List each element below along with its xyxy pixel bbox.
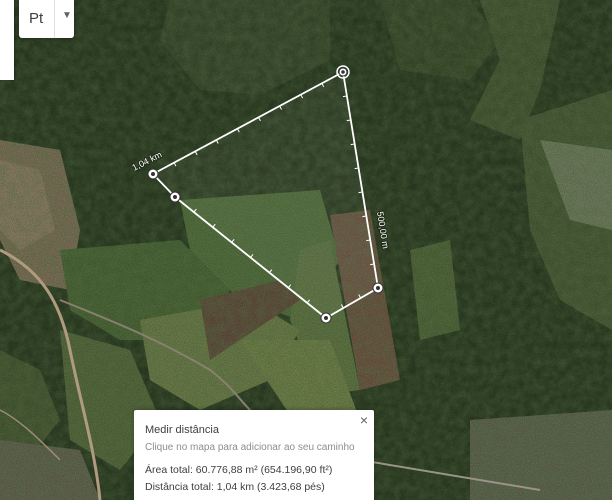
scale-tick: [362, 215, 367, 218]
measure-vertex-3[interactable]: [372, 282, 384, 294]
scale-tick: [370, 263, 375, 266]
measure-distance-panel: Medir distância × Clique no mapa para ad…: [134, 410, 374, 500]
total-distance: Distância total: 1,04 km (3.423,68 pés): [145, 481, 325, 493]
scale-tick: [346, 119, 351, 122]
scale-tick: [366, 239, 371, 242]
language-selected: Pt: [29, 10, 44, 27]
total-area: Área total: 60.776,88 m² (654.196,90 ft²…: [145, 464, 333, 476]
measure-hint: Clique no mapa para adicionar ao seu cam…: [145, 442, 355, 453]
measure-title: Medir distância: [145, 424, 219, 436]
chevron-down-icon[interactable]: ▼: [62, 10, 72, 21]
measure-vertex-2[interactable]: [336, 65, 350, 79]
left-panel-edge: [0, 0, 14, 80]
divider: [54, 0, 55, 38]
close-icon[interactable]: ×: [360, 412, 368, 428]
scale-tick: [350, 143, 355, 146]
scale-tick: [358, 191, 363, 194]
measure-vertex-1[interactable]: [147, 168, 159, 180]
measure-vertex-5[interactable]: [169, 191, 181, 203]
scale-tick: [354, 167, 359, 170]
scale-tick: [342, 95, 347, 98]
measure-vertex-4[interactable]: [320, 312, 332, 324]
language-select[interactable]: Pt ▼: [19, 0, 74, 38]
